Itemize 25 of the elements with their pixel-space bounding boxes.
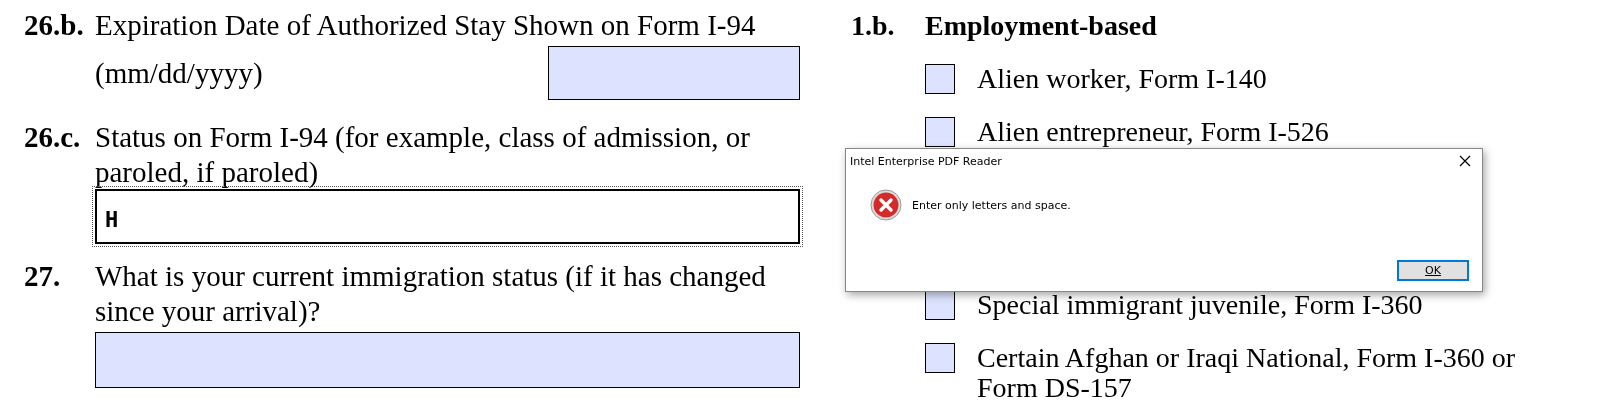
dialog-title: Intel Enterprise PDF Reader	[850, 154, 1002, 168]
checkbox[interactable]	[925, 343, 955, 373]
checkbox[interactable]	[925, 117, 955, 147]
question-label: Status on Form I-94 (for example, class of admission, or paroled, if paroled)	[95, 120, 751, 190]
ok-button[interactable]: OK	[1397, 260, 1469, 281]
option-label: Alien worker, Form I-140	[977, 64, 1268, 94]
question-number: 26.b.	[24, 8, 85, 43]
option-label: Special immigrant juvenile, Form I-360	[977, 290, 1424, 320]
question-number: 26.c.	[24, 120, 82, 155]
question-number: 27.	[24, 259, 62, 294]
option-label: Certain Afghan or Iraqi National, Form I-360 or Form DS-157	[977, 343, 1517, 403]
question-label: What is your current immigration status (if it has changed since your arrival)?	[95, 259, 767, 329]
section-title: Employment-based	[925, 9, 1157, 43]
option-label: Alien entrepreneur, Form I-526	[977, 117, 1330, 147]
section-number: 1.b.	[851, 9, 896, 43]
format-hint: (mm/dd/yyyy)	[95, 55, 263, 91]
dialog-message: Enter only letters and space.	[912, 198, 1071, 212]
input-field[interactable]	[548, 46, 800, 100]
close-icon[interactable]	[1459, 155, 1471, 167]
input-field[interactable]: H	[95, 189, 800, 244]
input-field[interactable]	[95, 332, 800, 388]
checkbox[interactable]	[925, 290, 955, 320]
question-label: Expiration Date of Authorized Stay Shown on Form I-94	[95, 8, 757, 43]
checkbox[interactable]	[925, 64, 955, 94]
error-icon	[870, 189, 902, 221]
